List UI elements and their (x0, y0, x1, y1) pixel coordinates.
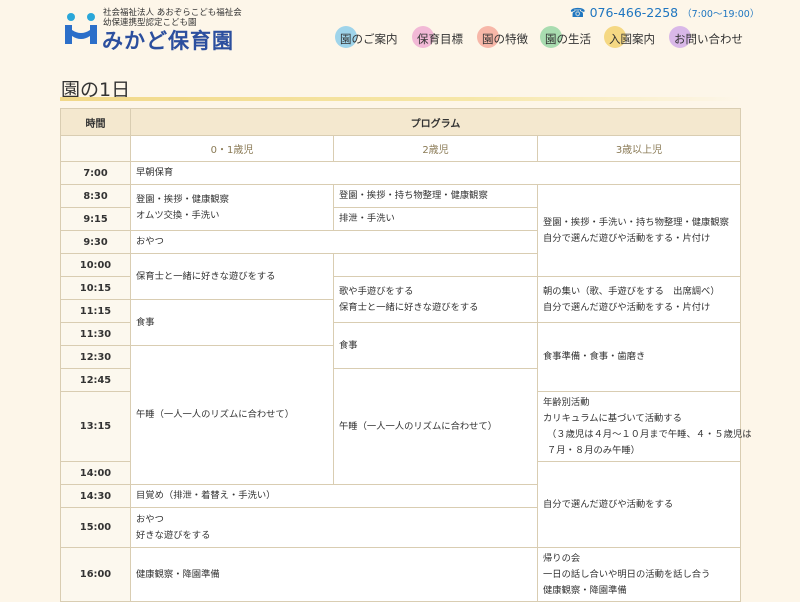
activity-c1-meal: 食事 (130, 299, 334, 346)
age-group-2: 2歳児 (333, 135, 538, 162)
nav-item-admission[interactable]: 入園案内 (604, 26, 655, 50)
activity-snack-pm: おやつ 好きな遊びをする (130, 507, 538, 548)
header-program: プログラム (130, 108, 741, 136)
activity-c2-greeting: 登園・挨拶・持ち物整理・健康観察 (333, 184, 538, 208)
time-cell: 16:00 (60, 547, 131, 602)
logo-icon[interactable] (62, 12, 100, 48)
time-cell: 11:30 (60, 322, 131, 346)
phone-number: 076-466-2258 (589, 5, 679, 20)
time-cell: 11:15 (60, 299, 131, 323)
activity-wake-up: 目覚め（排泄・着替え・手洗い） (130, 484, 538, 508)
phone-contact[interactable]: ☎ 076-466-2258 （7:00〜19:00） (570, 5, 759, 20)
time-cell: 9:30 (60, 230, 131, 254)
empty-corner (60, 135, 131, 162)
time-cell: 13:15 (60, 391, 131, 462)
activity-snack: おやつ (130, 230, 538, 254)
activity-early-care: 早朝保育 (130, 161, 741, 185)
nav-item-daily-life[interactable]: 園の生活 (540, 26, 591, 50)
main-nav: 園のご案内 保育目標 園の特徴 園の生活 入園案内 お問い合わせ (334, 26, 774, 50)
activity-c2-play: 歌や手遊びをする 保育士と一緒に好きな遊びをする (333, 276, 538, 323)
activity-c2-meal: 食事 (333, 322, 538, 369)
activity-c3-age-activity: 年齢別活動 カリキュラムに基づいて活動する （３歳児は４月〜１０月まで午睡、４・… (537, 391, 752, 462)
activity-c1-greeting: 登園・挨拶・健康観察 オムツ交換・手洗い (130, 184, 334, 231)
time-cell: 10:15 (60, 276, 131, 300)
time-cell: 14:30 (60, 484, 131, 508)
activity-c2-nap: 午睡（一人一人のリズムに合わせて） (333, 368, 538, 485)
activity-c2-toilet: 排泄・手洗い (333, 207, 538, 231)
header-time: 時間 (60, 108, 131, 136)
phone-hours: （7:00〜19:00） (682, 9, 760, 20)
nav-item-features[interactable]: 園の特徴 (477, 26, 528, 50)
activity-c3-free-play: 自分で選んだ遊びや活動をする (537, 461, 741, 548)
time-cell: 14:00 (60, 461, 131, 485)
time-cell: 12:30 (60, 345, 131, 369)
activity-c3-gathering: 朝の集い（歌、手遊びをする 出席調べ） 自分で選んだ遊びや活動をする・片付け (537, 276, 741, 323)
age-group-3plus: 3歳以上児 (537, 135, 741, 162)
time-cell: 15:00 (60, 507, 131, 548)
daily-schedule-table: 時間 プログラム 0・1歳児 2歳児 3歳以上児 7:00 早朝保育 8:30 … (60, 108, 752, 602)
time-cell: 8:30 (60, 184, 131, 208)
site-logo-text[interactable]: みかど保育園 (102, 25, 234, 55)
nav-item-goals[interactable]: 保育目標 (412, 26, 463, 50)
activity-c2-blank (333, 253, 538, 277)
activity-c3-going-home: 帰りの会 一日の話し合いや明日の活動を話し合う 健康観察・降園準備 (537, 547, 741, 602)
site-header: 社会福祉法人 あおぞらこども福祉会 幼保連携型認定こども園 みかど保育園 ☎ 0… (0, 0, 800, 62)
nav-item-about[interactable]: 園のご案内 (335, 26, 398, 50)
activity-c3-meal: 食事準備・食事・歯磨き (537, 322, 741, 392)
age-group-0-1: 0・1歳児 (130, 135, 334, 162)
time-cell: 9:15 (60, 207, 131, 231)
activity-c1-nap: 午睡（一人一人のリズムに合わせて） (130, 345, 334, 485)
activity-c3-greeting: 登園・挨拶・手洗い・持ち物整理・健康観察 自分で選んだ遊びや活動をする・片付け (537, 184, 741, 277)
activity-c1-play: 保育士と一緒に好きな遊びをする (130, 253, 334, 300)
time-cell: 7:00 (60, 161, 131, 185)
nav-item-contact[interactable]: お問い合わせ (669, 26, 743, 50)
activity-health-check: 健康観察・降園準備 (130, 547, 538, 602)
time-cell: 12:45 (60, 368, 131, 392)
phone-icon: ☎ (570, 5, 586, 20)
title-underline (60, 97, 740, 101)
time-cell: 10:00 (60, 253, 131, 277)
